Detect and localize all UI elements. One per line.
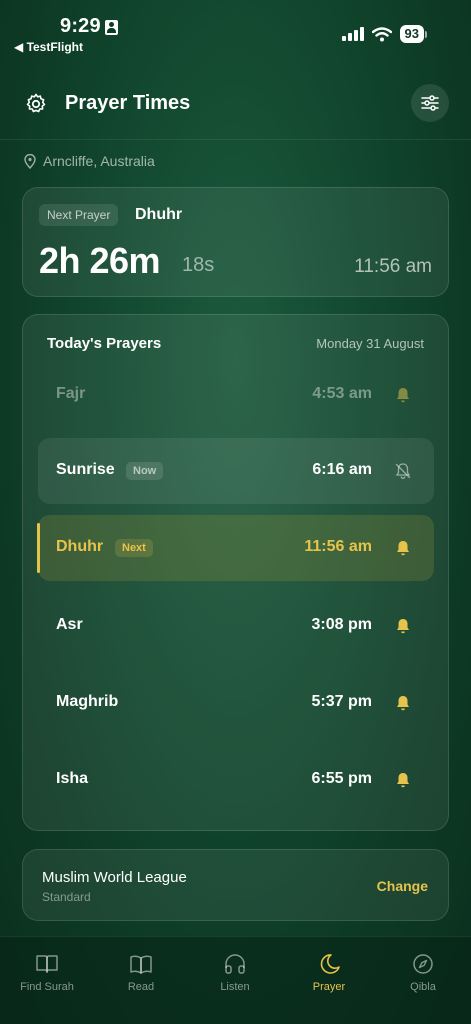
prayer-row-fajr[interactable]: Fajr 4:53 am xyxy=(38,362,434,428)
next-prayer-card: Next Prayer Dhuhr 2h 26m 18s 11:56 am xyxy=(22,187,449,297)
location-text: Arncliffe, Australia xyxy=(43,153,155,169)
prayer-name: Dhuhr xyxy=(56,538,104,555)
countdown-timer: 2h 26m xyxy=(39,240,161,281)
tab-qibla[interactable]: Qibla xyxy=(376,953,470,993)
prayers-date: Monday 31 August xyxy=(316,336,424,351)
sliders-icon xyxy=(421,95,439,111)
prayer-name: Asr xyxy=(56,616,83,633)
location-pin-icon xyxy=(24,153,36,169)
tab-label: Listen xyxy=(220,981,250,993)
next-prayer-time: 11:56 am xyxy=(354,256,432,277)
prayer-time: 4:53 am xyxy=(312,385,372,402)
prayer-row-dhuhr[interactable]: Dhuhr Next 11:56 am xyxy=(37,515,434,581)
status-bar: 9:29 ◀ TestFlight 93 xyxy=(0,0,471,60)
tab-prayer[interactable]: Prayer xyxy=(282,953,376,993)
bell-icon[interactable] xyxy=(394,771,412,789)
method-subtitle: Standard xyxy=(42,890,91,904)
prayer-name: Fajr xyxy=(56,385,86,402)
calculation-method-card: Muslim World League Standard Change xyxy=(22,849,449,921)
method-name: Muslim World League xyxy=(42,869,187,886)
prayer-time: 6:55 pm xyxy=(311,770,372,787)
next-prayer-name: Dhuhr xyxy=(135,206,183,223)
wifi-icon xyxy=(371,26,392,41)
gear-icon[interactable] xyxy=(24,92,48,116)
todays-prayers-card: Today's Prayers Monday 31 August Fajr 4:… xyxy=(22,314,449,831)
prayer-time: 5:37 pm xyxy=(311,693,372,710)
prayer-name: Isha xyxy=(56,770,89,787)
prayer-name: Sunrise xyxy=(56,461,115,478)
battery-level: 93 xyxy=(399,25,424,43)
next-badge: Next xyxy=(115,539,153,557)
countdown-seconds: 18s xyxy=(182,254,215,276)
location-row[interactable]: Arncliffe, Australia xyxy=(24,153,155,169)
app-header: Prayer Times xyxy=(0,70,471,140)
prayer-row-isha[interactable]: Isha 6:55 pm xyxy=(38,747,434,813)
tab-bar: Find Surah Read Listen Prayer Qibla xyxy=(0,936,471,1024)
next-indicator xyxy=(37,523,40,573)
status-time: 9:29 xyxy=(60,15,101,37)
person-icon xyxy=(105,20,118,35)
prayer-time: 3:08 pm xyxy=(311,616,372,633)
page-title: Prayer Times xyxy=(65,92,191,114)
tab-find-surah[interactable]: Find Surah xyxy=(0,953,94,993)
prayer-row-asr[interactable]: Asr 3:08 pm xyxy=(38,593,434,659)
headphones-icon xyxy=(225,954,245,974)
back-to-testflight-link[interactable]: ◀ TestFlight xyxy=(14,40,83,54)
change-method-button[interactable]: Change xyxy=(377,878,428,894)
tab-label: Read xyxy=(127,981,155,993)
prayers-title: Today's Prayers xyxy=(47,335,162,352)
battery-icon xyxy=(425,30,427,38)
bell-icon[interactable] xyxy=(394,694,412,712)
tab-label: Qibla xyxy=(410,981,436,993)
book-open-icon xyxy=(36,955,58,973)
prayer-name: Maghrib xyxy=(56,693,119,710)
prayer-time: 11:56 am xyxy=(304,538,372,555)
bell-off-icon[interactable] xyxy=(394,462,412,480)
bell-icon[interactable] xyxy=(394,617,412,635)
moon-icon xyxy=(320,954,340,974)
bell-icon[interactable] xyxy=(394,386,412,404)
filter-button[interactable] xyxy=(411,84,449,122)
tab-read[interactable]: Read xyxy=(94,953,188,993)
now-badge: Now xyxy=(126,462,164,480)
tab-label: Prayer xyxy=(312,981,346,993)
prayer-row-maghrib[interactable]: Maghrib 5:37 pm xyxy=(38,670,434,736)
prayer-row-sunrise[interactable]: Sunrise Now 6:16 am xyxy=(38,438,434,504)
next-prayer-label: Next Prayer xyxy=(39,204,119,226)
book-icon xyxy=(130,955,152,974)
tab-label: Find Surah xyxy=(20,981,74,993)
compass-icon xyxy=(413,954,433,974)
bell-icon[interactable] xyxy=(394,539,412,557)
tab-listen[interactable]: Listen xyxy=(188,953,282,993)
status-indicators: 93 xyxy=(341,25,427,43)
prayer-time: 6:16 am xyxy=(312,461,372,478)
cellular-signal-icon xyxy=(341,27,364,41)
